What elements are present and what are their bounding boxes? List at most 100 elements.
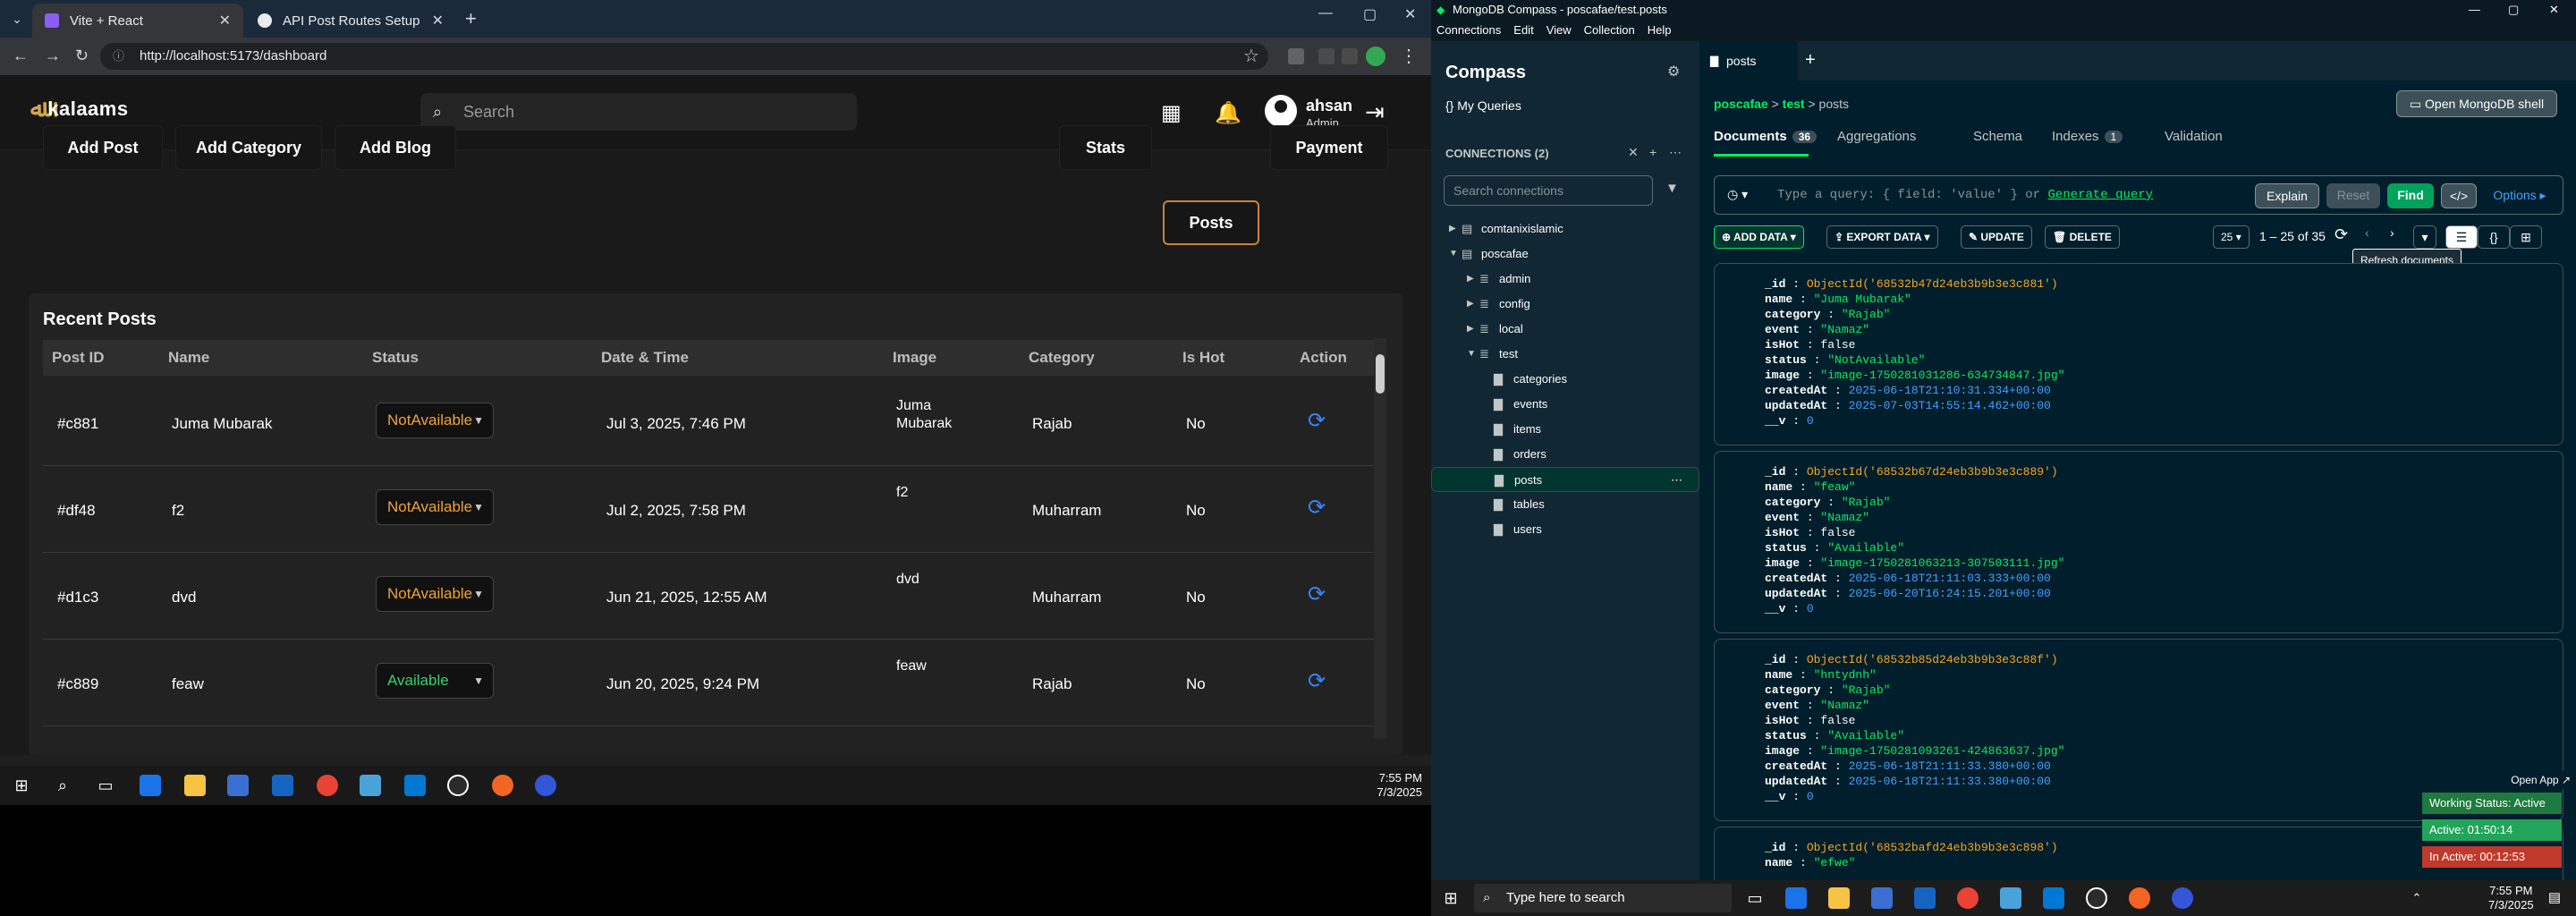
query-bar[interactable]: ◷ ▾ Type a query: { field: 'value' } or … xyxy=(1714,175,2563,215)
tree-item-orders[interactable]: ▇ orders xyxy=(1431,442,1699,467)
grid-apps-icon[interactable]: ▦ xyxy=(1161,100,1182,126)
windows-start-icon[interactable]: ⊞ xyxy=(11,775,32,796)
user-avatar[interactable] xyxy=(1265,95,1297,127)
next-page-icon[interactable]: › xyxy=(2390,225,2394,240)
extensions-puzzle-icon[interactable] xyxy=(1342,48,1358,64)
zoom-icon[interactable] xyxy=(2172,887,2193,909)
forward-icon[interactable]: → xyxy=(45,47,61,65)
posts-button[interactable]: Posts xyxy=(1163,200,1259,245)
taskbar-clock[interactable]: 7:55 PM 7/3/2025 xyxy=(2488,884,2534,912)
edge-icon[interactable] xyxy=(1785,887,1807,909)
windows-start-icon[interactable]: ⊞ xyxy=(1440,887,1462,909)
logout-icon[interactable]: ⇥ xyxy=(1365,98,1385,126)
chrome-icon[interactable] xyxy=(317,775,338,796)
tab-search-icon[interactable]: ⌄ xyxy=(7,9,27,29)
tab-indexes[interactable]: Indexes 1 xyxy=(2052,129,2123,144)
status-select[interactable]: NotAvailable ▼ xyxy=(376,489,494,525)
document-card[interactable]: _id : ObjectId('68532b67d24eb3b9b3e3c889… xyxy=(1714,451,2563,633)
close-tab-icon[interactable]: ✕ xyxy=(219,12,231,30)
export-data-button[interactable]: ⇪ EXPORT DATA ▾ xyxy=(1826,225,1938,249)
add-tab-icon[interactable]: + xyxy=(1805,50,1816,71)
prev-page-icon[interactable]: ‹ xyxy=(2365,225,2369,240)
add-data-button[interactable]: ⊕ ADD DATA ▾ xyxy=(1714,225,1804,249)
vscode-icon[interactable] xyxy=(2043,887,2064,909)
settings-gear-icon[interactable]: ⚙ xyxy=(1667,63,1680,81)
app-icon[interactable] xyxy=(360,775,381,796)
timer-app-icon[interactable] xyxy=(447,775,469,796)
status-select[interactable]: Available ▼ xyxy=(376,663,494,699)
file-explorer-icon[interactable] xyxy=(184,775,206,796)
search-connections-input[interactable]: Search connections xyxy=(1444,175,1653,206)
profile-avatar[interactable] xyxy=(1366,47,1385,66)
minimize-icon[interactable]: — xyxy=(1318,5,1333,21)
open-shell-button[interactable]: ▭ Open MongoDB shell xyxy=(2396,90,2557,117)
open-app-link[interactable]: Open App ↗ xyxy=(2497,771,2576,789)
add-category-button[interactable]: Add Category xyxy=(175,125,322,170)
downloads-icon[interactable] xyxy=(1318,48,1335,64)
tree-item-posts[interactable]: ▇ posts ⋯ xyxy=(1431,467,1699,492)
notification-bell-icon[interactable]: 🔔 xyxy=(1215,100,1241,126)
close-tab-icon[interactable]: ✕ xyxy=(432,12,444,30)
refresh-icon[interactable]: ⟳ xyxy=(1308,581,1326,607)
tab-validation[interactable]: Validation xyxy=(2165,129,2223,144)
options-button[interactable]: Options ▸ xyxy=(2484,183,2555,208)
extension-icon[interactable] xyxy=(1288,48,1304,64)
collapse-icon[interactable]: ✕ xyxy=(1628,145,1639,160)
timer-app-icon[interactable] xyxy=(2086,887,2107,909)
menu-connections[interactable]: Connections xyxy=(1436,20,1501,41)
tab-posts[interactable]: ▇ posts xyxy=(1699,41,1798,81)
tree-item-local[interactable]: ▶ ≣ local xyxy=(1431,317,1699,342)
close-window-icon[interactable]: ✕ xyxy=(1404,5,1416,23)
zoom-icon[interactable] xyxy=(535,775,556,796)
vscode-icon[interactable] xyxy=(404,775,426,796)
scrollbar-thumb[interactable] xyxy=(1376,354,1385,394)
maximize-icon[interactable]: ▢ xyxy=(2508,0,2519,20)
postman-icon[interactable] xyxy=(492,775,513,796)
reload-icon[interactable]: ↻ xyxy=(75,47,89,65)
breadcrumb-db[interactable]: test xyxy=(1783,97,1805,111)
minimize-icon[interactable]: — xyxy=(2469,0,2480,20)
maximize-icon[interactable]: ▢ xyxy=(1363,5,1377,23)
tab-vite-react[interactable]: Vite + React ✕ xyxy=(32,4,243,38)
my-queries-link[interactable]: {} My Queries xyxy=(1445,98,1521,113)
tab-documents[interactable]: Documents 36 xyxy=(1714,129,1818,144)
taskbar-search-input[interactable]: ⌕ Type here to search xyxy=(1474,884,1732,912)
json-view-icon[interactable]: {} xyxy=(2478,225,2510,249)
app-logo[interactable]: ﷲ kalaams xyxy=(30,95,129,123)
code-toggle-icon[interactable]: </> xyxy=(2441,183,2477,208)
tree-item-admin[interactable]: ▶ ≣ admin xyxy=(1431,267,1699,292)
tree-item-events[interactable]: ▇ events xyxy=(1431,392,1699,417)
document-card[interactable]: _id : ObjectId('68532b47d24eb3b9b3e3c881… xyxy=(1714,263,2563,445)
query-input[interactable]: Type a query: { field: 'value' } or Gene… xyxy=(1777,188,2153,202)
add-post-button[interactable]: Add Post xyxy=(43,125,163,170)
reset-button[interactable]: Reset xyxy=(2326,183,2380,208)
page-size-select[interactable]: 25 ▾ xyxy=(2213,225,2250,249)
tab-aggregations[interactable]: Aggregations xyxy=(1837,129,1916,144)
delete-button[interactable]: 🗑 DELETE xyxy=(2045,225,2120,249)
add-blog-button[interactable]: Add Blog xyxy=(335,125,456,170)
table-view-icon[interactable]: ⊞ xyxy=(2510,225,2542,249)
bookmark-star-icon[interactable]: ☆ xyxy=(1243,45,1259,67)
menu-edit[interactable]: Edit xyxy=(1513,20,1533,41)
payment-button[interactable]: Payment xyxy=(1270,125,1388,170)
tray-icons[interactable]: ⌃ ▭ ♪ xyxy=(2406,887,2428,916)
taskbar-clock[interactable]: 7:55 PM 7/3/2025 xyxy=(1377,771,1422,800)
task-view-icon[interactable]: ▭ xyxy=(1744,887,1766,909)
site-info-icon[interactable]: ⓘ xyxy=(113,43,124,70)
tab-schema[interactable]: Schema xyxy=(1973,129,2022,144)
tree-item-categories[interactable]: ▇ categories xyxy=(1431,367,1699,392)
chrome-icon[interactable] xyxy=(1957,887,1979,909)
breadcrumb-cluster[interactable]: poscafae xyxy=(1714,97,1768,111)
tree-item-users[interactable]: ▇ users xyxy=(1431,517,1699,542)
query-history-icon[interactable]: ◷ ▾ xyxy=(1727,187,1748,202)
url-input[interactable]: ⓘ http://localhost:5173/dashboard xyxy=(100,43,1268,70)
update-button[interactable]: ✎ UPDATE xyxy=(1961,225,2032,249)
list-view-icon[interactable]: ☰ xyxy=(2445,225,2478,249)
generate-query-link[interactable]: Generate query xyxy=(2047,188,2153,202)
refresh-documents-icon[interactable]: ⟳ xyxy=(2334,225,2348,244)
more-pager-icon[interactable]: ▾ xyxy=(2413,225,2436,249)
find-button[interactable]: Find xyxy=(2387,183,2434,208)
more-options-icon[interactable]: ⋯ xyxy=(1671,468,1682,493)
file-explorer-icon[interactable] xyxy=(1828,887,1850,909)
mail-icon[interactable] xyxy=(1914,887,1936,909)
